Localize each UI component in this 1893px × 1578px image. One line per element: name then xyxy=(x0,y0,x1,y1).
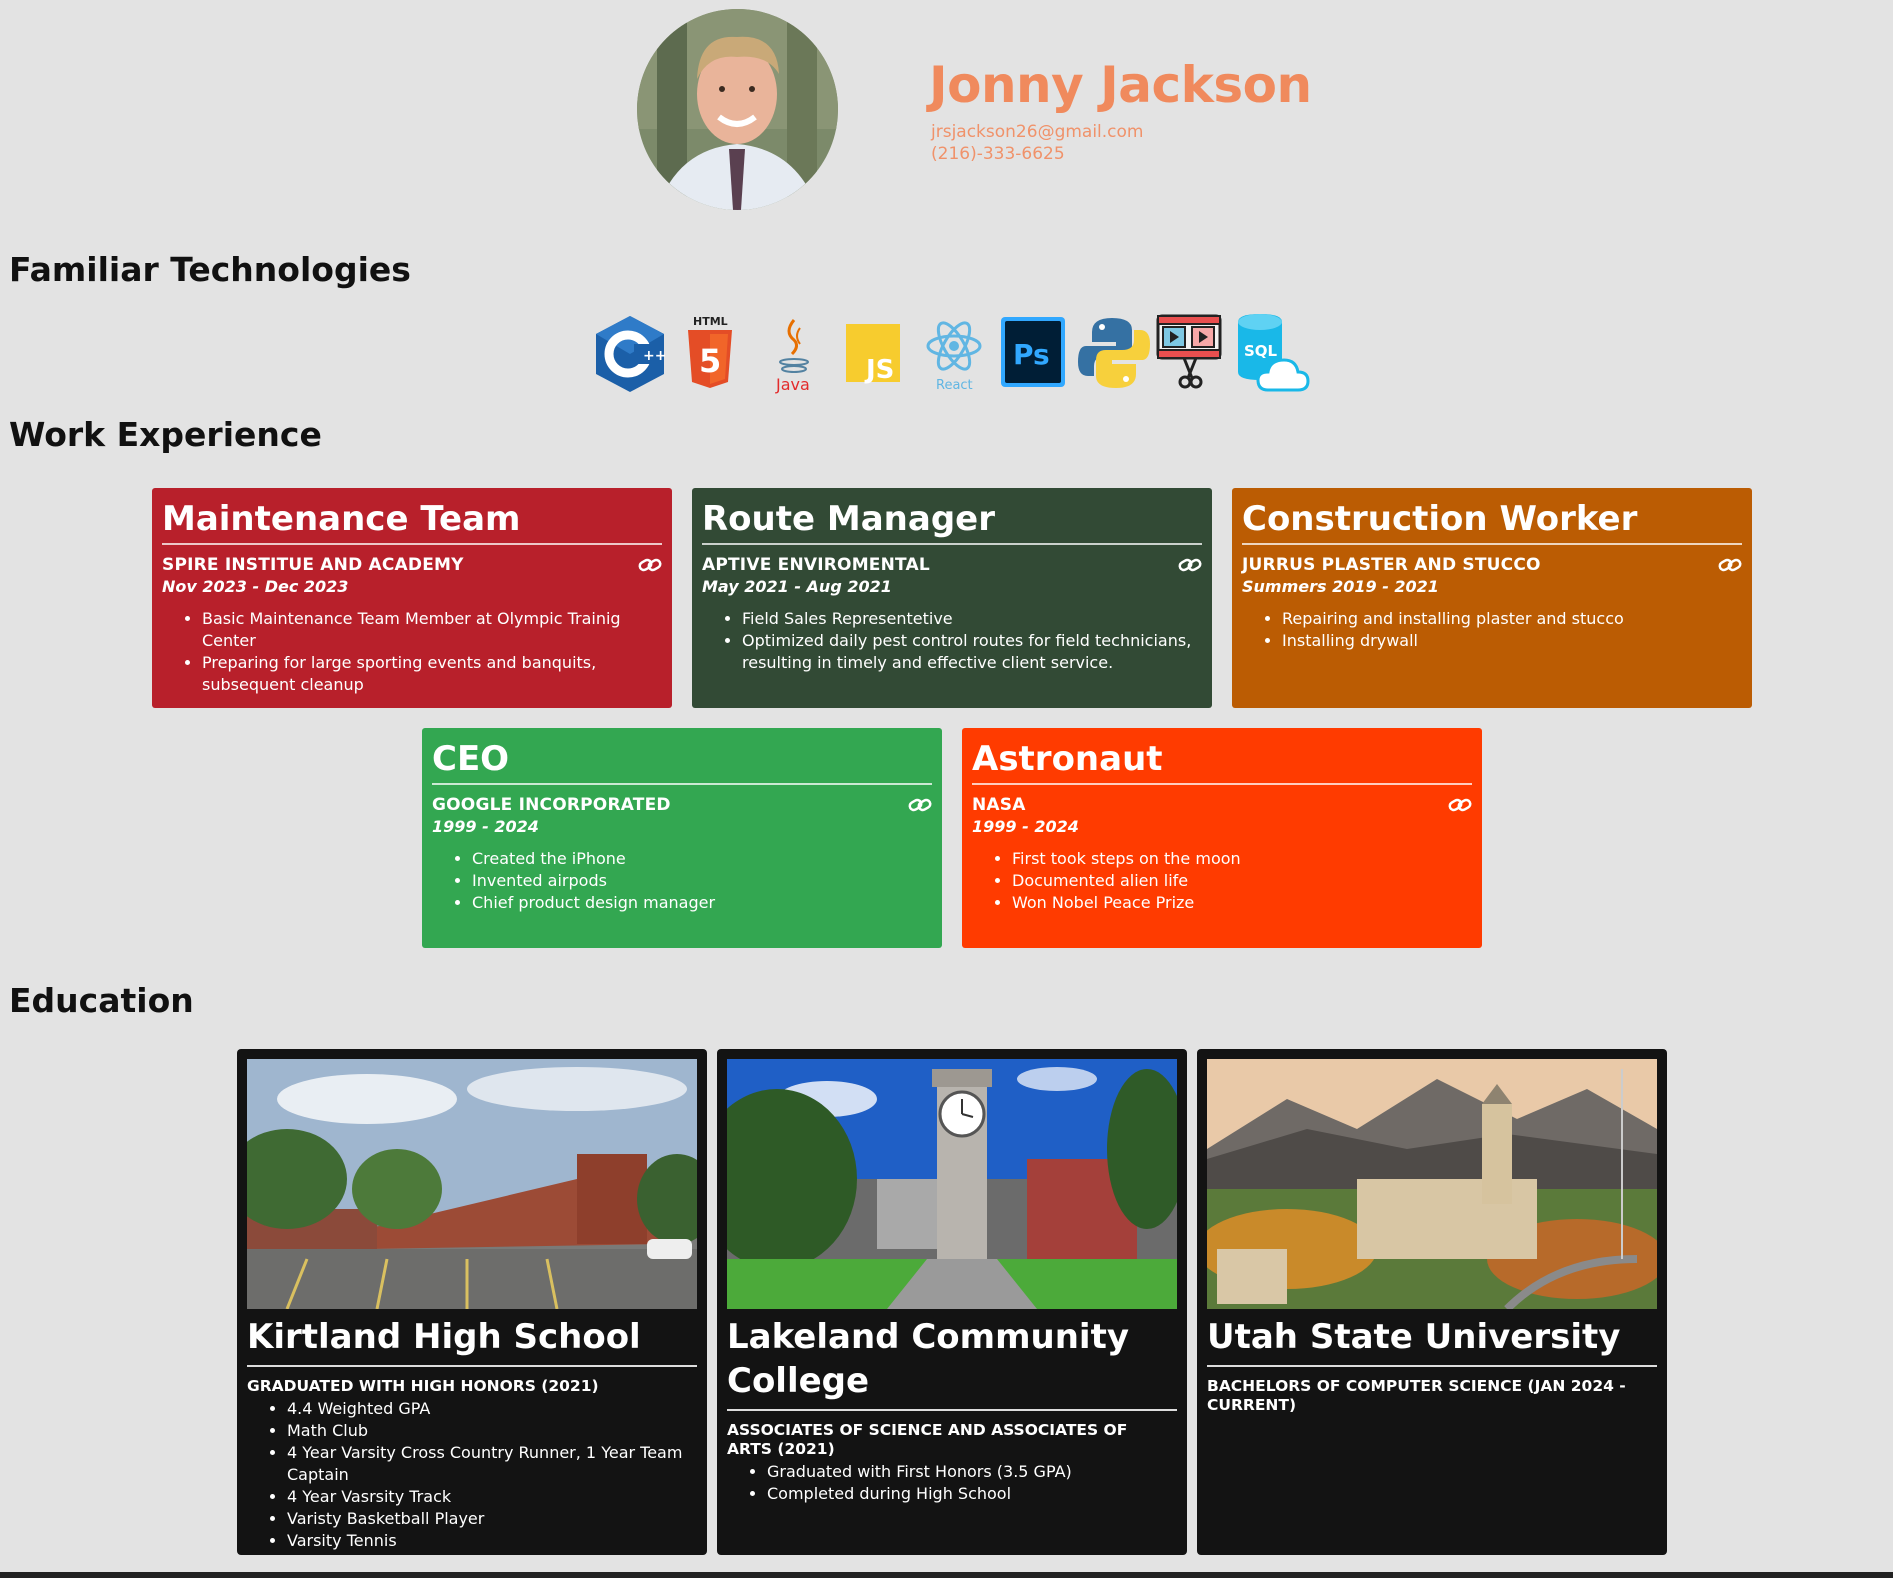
job-dates: 1999 - 2024 xyxy=(432,817,539,836)
job-company: NASA xyxy=(972,795,1026,815)
job-card: Route Manager Aptive Enviromental May 20… xyxy=(692,488,1212,708)
school-divider xyxy=(727,1409,1177,1411)
svg-text:HTML: HTML xyxy=(693,315,728,328)
school-degree: Associates of Science and Associates of … xyxy=(727,1421,1128,1458)
job-title: Maintenance Team xyxy=(162,499,521,539)
school-bullets: 4.4 Weighted GPA Math Club 4 Year Varsit… xyxy=(247,1398,697,1552)
school-degree: Bachelors of Computer Science (Jan 2024 … xyxy=(1207,1377,1626,1414)
list-item: 4 Year Vasrsity Track xyxy=(287,1486,697,1508)
list-item: Varsity Tennis xyxy=(287,1530,697,1552)
education-card: Lakeland Community College Associates of… xyxy=(717,1049,1187,1555)
svg-text:++: ++ xyxy=(643,348,666,364)
job-dates: 1999 - 2024 xyxy=(972,817,1079,836)
svg-text:SQL: SQL xyxy=(1244,342,1278,360)
job-title: Astronaut xyxy=(972,739,1163,779)
profile-phone[interactable]: (216)-333-6625 xyxy=(931,144,1065,164)
html5-icon: HTML 5 xyxy=(674,312,754,394)
job-company: Google Incorporated xyxy=(432,795,671,815)
link-icon[interactable] xyxy=(1448,796,1472,814)
job-company: Jurrus Plaster and Stucco xyxy=(1242,555,1541,575)
cpp-icon: ++ xyxy=(594,312,674,394)
job-divider xyxy=(162,543,662,545)
technologies-heading: Familiar Technologies xyxy=(9,250,411,289)
education-heading: Education xyxy=(9,981,194,1020)
link-icon[interactable] xyxy=(1718,556,1742,574)
list-item: Won Nobel Peace Prize xyxy=(1012,892,1472,914)
list-item: Basic Maintenance Team Member at Olympic… xyxy=(202,608,662,652)
school-name: Kirtland High School xyxy=(247,1317,641,1357)
list-item: Math Club xyxy=(287,1420,697,1442)
sql-cloud-icon: SQL xyxy=(1234,312,1314,394)
education-card: Kirtland High School Graduated with High… xyxy=(237,1049,707,1555)
list-item: Varisty Basketball Player xyxy=(287,1508,697,1530)
link-icon[interactable] xyxy=(1178,556,1202,574)
job-bullets: Basic Maintenance Team Member at Olympic… xyxy=(162,608,662,696)
java-icon: Java xyxy=(754,312,834,394)
job-card: Construction Worker Jurrus Plaster and S… xyxy=(1232,488,1752,708)
list-item: Optimized daily pest control routes for … xyxy=(742,630,1202,674)
profile-name: Jonny Jackson xyxy=(929,56,1312,114)
list-item: Chief product design manager xyxy=(472,892,932,914)
job-dates: May 2021 - Aug 2021 xyxy=(702,577,892,596)
list-item: 4 Year Varsity Cross Country Runner, 1 Y… xyxy=(287,1442,697,1486)
job-company: Spire Institue and Academy xyxy=(162,555,464,575)
job-card: Maintenance Team Spire Institue and Acad… xyxy=(152,488,672,708)
link-icon[interactable] xyxy=(638,556,662,574)
svg-text:Java: Java xyxy=(775,375,810,394)
list-item: Graduated with First Honors (3.5 GPA) xyxy=(767,1461,1177,1483)
job-title: Construction Worker xyxy=(1242,499,1638,539)
job-bullets: Repairing and installing plaster and stu… xyxy=(1242,608,1742,652)
job-divider xyxy=(972,783,1472,785)
school-divider xyxy=(1207,1365,1657,1367)
school-bullets: Graduated with First Honors (3.5 GPA) Co… xyxy=(727,1461,1177,1505)
video-editor-icon xyxy=(1154,312,1234,394)
svg-text:Ps: Ps xyxy=(1013,338,1050,371)
link-icon[interactable] xyxy=(908,796,932,814)
school-photo xyxy=(1207,1059,1657,1309)
list-item: Documented alien life xyxy=(1012,870,1472,892)
education-card: Utah State University Bachelors of Compu… xyxy=(1197,1049,1667,1555)
profile-email[interactable]: jrsjackson26@gmail.com xyxy=(931,122,1144,142)
school-photo xyxy=(247,1059,697,1309)
job-card: Astronaut NASA 1999 - 2024 First took st… xyxy=(962,728,1482,948)
page-bottom-border xyxy=(0,1572,1893,1578)
school-name: Lakeland Community College xyxy=(727,1317,1129,1401)
school-divider xyxy=(247,1365,697,1367)
profile-header: Jonny Jackson jrsjackson26@gmail.com (21… xyxy=(0,0,1893,215)
list-item: 4.4 Weighted GPA xyxy=(287,1398,697,1420)
job-bullets: Field Sales Representetive Optimized dai… xyxy=(702,608,1202,674)
work-heading: Work Experience xyxy=(9,415,322,454)
job-card: CEO Google Incorporated 1999 - 2024 Crea… xyxy=(422,728,942,948)
job-title: CEO xyxy=(432,739,510,779)
list-item: Field Sales Representetive xyxy=(742,608,1202,630)
list-item: Completed during High School xyxy=(767,1483,1177,1505)
job-company: Aptive Enviromental xyxy=(702,555,930,575)
job-bullets: First took steps on the moon Documented … xyxy=(972,848,1472,914)
school-name: Utah State University xyxy=(1207,1317,1621,1357)
svg-text:JS: JS xyxy=(864,355,894,385)
job-title: Route Manager xyxy=(702,499,995,539)
school-degree: Graduated with High Honors (2021) xyxy=(247,1377,599,1395)
list-item: Preparing for large sporting events and … xyxy=(202,652,662,696)
job-divider xyxy=(432,783,932,785)
list-item: Installing drywall xyxy=(1282,630,1742,652)
job-divider xyxy=(702,543,1202,545)
job-dates: Nov 2023 - Dec 2023 xyxy=(162,577,349,596)
list-item: Repairing and installing plaster and stu… xyxy=(1282,608,1742,630)
photoshop-icon: Ps xyxy=(994,312,1074,394)
list-item: First took steps on the moon xyxy=(1012,848,1472,870)
job-divider xyxy=(1242,543,1742,545)
job-dates: Summers 2019 - 2021 xyxy=(1242,577,1439,596)
react-icon: React xyxy=(914,312,994,394)
javascript-icon: JS xyxy=(834,312,914,394)
profile-photo xyxy=(637,9,838,210)
job-bullets: Created the iPhone Invented airpods Chie… xyxy=(432,848,932,914)
python-icon xyxy=(1074,312,1154,394)
list-item: Invented airpods xyxy=(472,870,932,892)
school-photo xyxy=(727,1059,1177,1309)
list-item: Created the iPhone xyxy=(472,848,932,870)
svg-text:React: React xyxy=(936,378,973,393)
svg-text:5: 5 xyxy=(699,342,721,380)
